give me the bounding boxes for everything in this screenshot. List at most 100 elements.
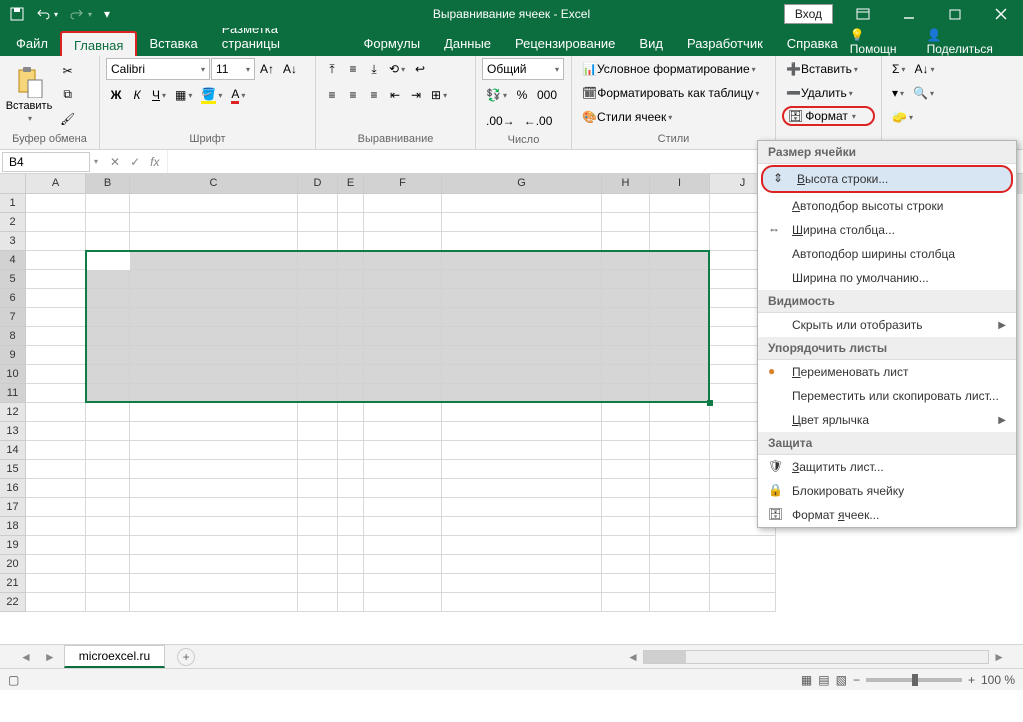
cell[interactable]	[86, 346, 130, 365]
decrease-indent-icon[interactable]: ⇤	[385, 84, 405, 106]
cell[interactable]	[650, 308, 710, 327]
cell[interactable]	[86, 479, 130, 498]
cell[interactable]	[26, 327, 86, 346]
align-top-icon[interactable]: ⤒	[322, 58, 342, 80]
cell[interactable]	[364, 441, 442, 460]
undo-icon[interactable]: ▾	[32, 5, 62, 23]
new-sheet-icon[interactable]: +	[177, 648, 195, 666]
cell[interactable]	[442, 194, 602, 213]
cell[interactable]	[338, 555, 364, 574]
cell[interactable]	[298, 289, 338, 308]
cell[interactable]	[364, 384, 442, 403]
cell[interactable]	[338, 251, 364, 270]
menu-default-width[interactable]: Ширина по умолчанию...	[758, 266, 1016, 290]
cell[interactable]	[130, 574, 298, 593]
cell[interactable]	[298, 460, 338, 479]
cell[interactable]	[338, 365, 364, 384]
cell[interactable]	[130, 498, 298, 517]
record-macro-icon[interactable]: ▢	[8, 673, 19, 687]
cell[interactable]	[130, 327, 298, 346]
cell[interactable]	[364, 498, 442, 517]
cell[interactable]	[130, 517, 298, 536]
font-size-combo[interactable]: 11▾	[211, 58, 255, 80]
cell[interactable]	[338, 270, 364, 289]
tab-data[interactable]: Данные	[432, 31, 503, 56]
cell[interactable]	[442, 270, 602, 289]
redo-icon[interactable]: ▾	[66, 5, 96, 23]
cell[interactable]	[86, 574, 130, 593]
row-header[interactable]: 10	[0, 365, 26, 384]
cell[interactable]	[86, 194, 130, 213]
column-header[interactable]: B	[86, 174, 130, 194]
cell[interactable]	[26, 517, 86, 536]
cell[interactable]	[298, 327, 338, 346]
row-header[interactable]: 21	[0, 574, 26, 593]
tell-me[interactable]: 💡 Помощн	[850, 28, 915, 56]
cell[interactable]	[364, 555, 442, 574]
save-icon[interactable]	[6, 5, 28, 23]
row-header[interactable]: 5	[0, 270, 26, 289]
view-normal-icon[interactable]: ▦	[801, 673, 812, 687]
cell[interactable]	[130, 479, 298, 498]
cell[interactable]	[298, 517, 338, 536]
cell[interactable]	[130, 232, 298, 251]
cell[interactable]	[298, 498, 338, 517]
cell[interactable]	[602, 460, 650, 479]
cell[interactable]	[710, 536, 776, 555]
share-button[interactable]: 👤 Поделиться	[927, 28, 1011, 56]
cell[interactable]	[602, 555, 650, 574]
sort-filter-icon[interactable]: A↓▾	[910, 58, 938, 80]
cell[interactable]	[130, 194, 298, 213]
view-page-break-icon[interactable]: ▧	[836, 673, 847, 687]
cell[interactable]	[338, 498, 364, 517]
cell[interactable]	[602, 289, 650, 308]
row-header[interactable]: 17	[0, 498, 26, 517]
cell[interactable]	[602, 213, 650, 232]
cell[interactable]	[338, 194, 364, 213]
cell[interactable]	[650, 555, 710, 574]
cell[interactable]	[442, 308, 602, 327]
hscroll-left-icon[interactable]: ◄	[623, 650, 643, 664]
cell[interactable]	[602, 365, 650, 384]
cell[interactable]	[26, 498, 86, 517]
cell[interactable]	[130, 346, 298, 365]
borders-icon[interactable]: ▦▾	[171, 84, 196, 106]
tab-formulas[interactable]: Формулы	[351, 31, 432, 56]
row-header[interactable]: 8	[0, 327, 26, 346]
cell[interactable]	[86, 327, 130, 346]
align-right-icon[interactable]: ≡	[364, 84, 384, 106]
cell[interactable]	[130, 289, 298, 308]
cell[interactable]	[650, 498, 710, 517]
view-page-layout-icon[interactable]: ▤	[818, 673, 829, 687]
column-header[interactable]: E	[338, 174, 364, 194]
row-header[interactable]: 6	[0, 289, 26, 308]
cell[interactable]	[602, 479, 650, 498]
cell[interactable]	[26, 593, 86, 612]
cell[interactable]	[364, 213, 442, 232]
cell[interactable]	[442, 384, 602, 403]
cell[interactable]	[364, 365, 442, 384]
cell[interactable]	[130, 555, 298, 574]
cell[interactable]	[26, 289, 86, 308]
cell[interactable]	[26, 346, 86, 365]
menu-move-copy[interactable]: Переместить или скопировать лист...	[758, 384, 1016, 408]
copy-icon[interactable]: ⧉	[56, 84, 79, 106]
cell[interactable]	[338, 384, 364, 403]
cell[interactable]	[86, 365, 130, 384]
conditional-format-button[interactable]: 📊 Условное форматирование▾	[578, 58, 769, 80]
cell[interactable]	[364, 270, 442, 289]
cell[interactable]	[650, 517, 710, 536]
cell[interactable]	[298, 365, 338, 384]
maximize-icon[interactable]	[933, 0, 977, 28]
minimize-icon[interactable]	[887, 0, 931, 28]
cell[interactable]	[364, 479, 442, 498]
cell[interactable]	[130, 270, 298, 289]
cell[interactable]	[442, 213, 602, 232]
menu-rename-sheet[interactable]: ●Переименовать лист	[758, 360, 1016, 384]
tab-insert[interactable]: Вставка	[137, 31, 209, 56]
font-color-icon[interactable]: A▾	[227, 84, 249, 106]
cell[interactable]	[364, 194, 442, 213]
cell[interactable]	[364, 517, 442, 536]
row-header[interactable]: 14	[0, 441, 26, 460]
cell[interactable]	[602, 194, 650, 213]
